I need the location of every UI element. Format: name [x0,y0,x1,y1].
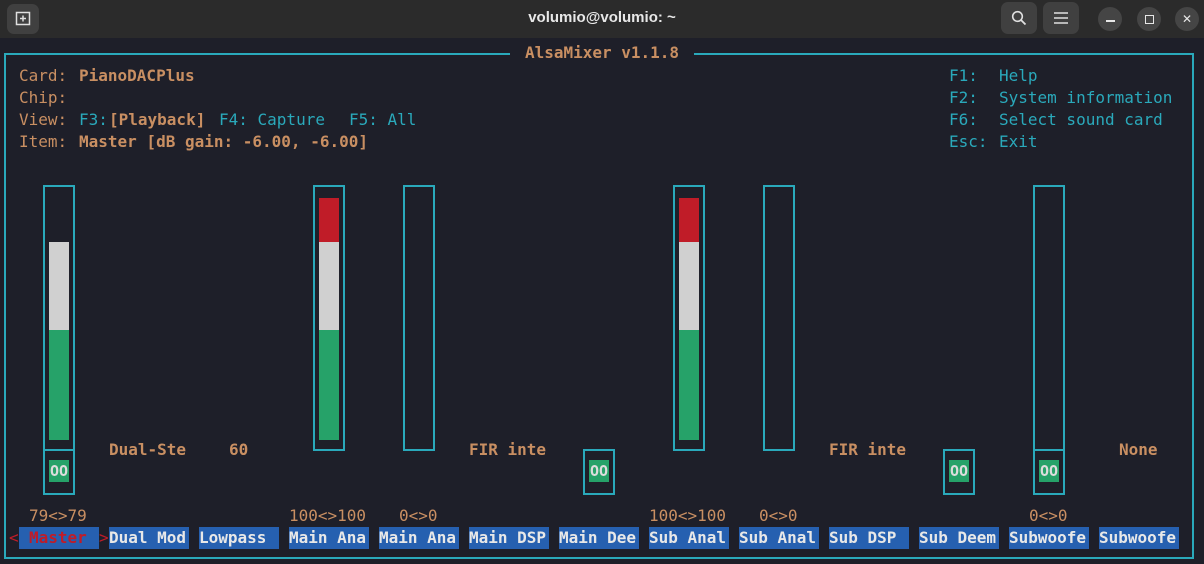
minimize-button[interactable] [1098,7,1122,31]
channel-label-sub-dsp[interactable]: Sub DSP [829,527,909,549]
volume-value-subwoofer: 0<>0 [1029,506,1068,525]
title-bar: volumio@volumio: ~ ✕ [0,0,1204,38]
search-icon [1011,10,1027,26]
volume-level-high [679,198,699,242]
help-key-2: F2: [949,88,978,107]
search-button[interactable] [1001,2,1037,34]
enum-value-main-dsp[interactable]: FIR inte [469,439,546,461]
mute-status: OO [49,460,69,482]
maximize-button[interactable] [1137,7,1161,31]
item-value: Master [dB gain: -6.00, -6.00] [79,132,368,151]
chip-label: Chip: [19,88,68,107]
app-title: AlsaMixer v1.1.8 [510,43,694,63]
volume-slider-sub-analog-1[interactable] [673,185,705,451]
volume-value-master: 79<>79 [29,506,87,525]
channel-label-lowpass[interactable]: Lowpass [199,527,279,549]
volume-slider-sub-analog-2[interactable] [763,185,795,451]
view-label: View: [19,110,68,129]
volume-value-main-analog-2: 0<>0 [399,506,438,525]
selected-right-marker: > [99,528,109,547]
channel-label-main-deemphasis[interactable]: Main Dee [559,527,639,549]
menu-button[interactable] [1043,2,1079,34]
channel-label-sub-deemphasis[interactable]: Sub Deem [919,527,999,549]
help-text-3: Select sound card [999,110,1163,129]
mute-toggle-main-deemphasis[interactable]: OO [583,449,615,495]
volume-level-mid [679,242,699,330]
channel-label-main-analog-2[interactable]: Main Ana [379,527,459,549]
channel-label-master[interactable]: Master [19,527,99,549]
hamburger-menu-icon [1054,12,1068,24]
volume-level-mid [319,242,339,330]
channel-label-sub-analog-2[interactable]: Sub Anal [739,527,819,549]
terminal-area[interactable]: AlsaMixer v1.1.8 Card: PianoDACPlus Chip… [0,38,1204,564]
channel-label-sub-analog-1[interactable]: Sub Anal [649,527,729,549]
volume-level-mid [49,242,69,330]
enum-value-dual-mode[interactable]: Dual-Ste [109,439,186,461]
volume-level-low [49,330,69,440]
help-key-3: F6: [949,110,978,129]
item-label: Item: [19,132,68,151]
volume-slider-main-analog-2[interactable] [403,185,435,451]
volume-level-low [319,330,339,440]
enum-value-lowpass[interactable]: 60 [229,439,248,461]
card-label: Card: [19,66,68,85]
help-text-4: Exit [999,132,1038,151]
enum-value-sub-dsp[interactable]: FIR inte [829,439,906,461]
channel-label-dual-mode[interactable]: Dual Mod [109,527,189,549]
help-key-1: F1: [949,66,978,85]
mute-toggle-master[interactable]: OO [43,449,75,495]
channel-label-main-analog-1[interactable]: Main Ana [289,527,369,549]
channel-label-main-dsp[interactable]: Main DSP [469,527,549,549]
mute-status: OO [949,460,969,482]
minimize-icon [1105,20,1115,22]
volume-value-sub-analog-1: 100<>100 [649,506,727,525]
help-key-4: Esc: [949,132,988,151]
maximize-icon [1144,14,1154,24]
enum-value-subwoofer[interactable]: None [1119,439,1158,461]
mute-toggle-subwoofer[interactable]: OO [1033,449,1065,495]
channel-label-subwoofer-1[interactable]: Subwoofe [1009,527,1089,549]
channel-label-subwoofer-2[interactable]: Subwoofe [1099,527,1179,549]
card-value: PianoDACPlus [79,66,195,85]
volume-value-sub-analog-2: 0<>0 [759,506,798,525]
help-text-2: System information [999,88,1173,107]
view-f3-key: F3: [79,110,108,129]
volume-slider-master[interactable] [43,185,75,451]
view-playback[interactable]: [Playback] [109,109,205,131]
help-text-1: Help [999,66,1038,85]
mute-status: OO [1039,460,1059,482]
selected-left-marker: < [9,528,19,547]
close-icon: ✕ [1181,12,1193,26]
close-button[interactable]: ✕ [1175,7,1199,31]
view-all[interactable]: F5: All [349,109,416,131]
volume-level-high [319,198,339,242]
volume-level-low [679,330,699,440]
volume-value-main-analog-1: 100<>100 [289,506,367,525]
volume-slider-subwoofer[interactable] [1033,185,1065,451]
view-capture[interactable]: F4: Capture [219,109,325,131]
mute-toggle-sub-deemphasis[interactable]: OO [943,449,975,495]
volume-slider-main-analog-1[interactable] [313,185,345,451]
mute-status: OO [589,460,609,482]
